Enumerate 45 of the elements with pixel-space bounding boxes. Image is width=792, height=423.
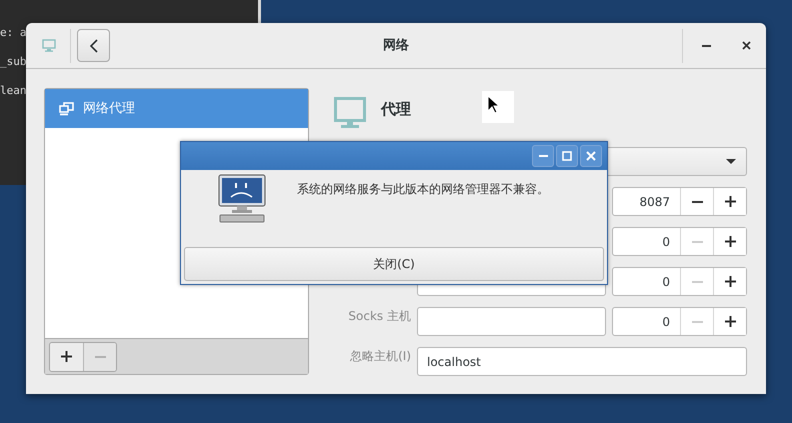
plus-icon <box>61 351 72 362</box>
network-icon <box>59 102 74 116</box>
dropdown-arrow-icon <box>726 159 736 164</box>
add-button[interactable] <box>50 342 83 370</box>
increment-button[interactable] <box>713 228 746 255</box>
minus-icon <box>692 320 702 322</box>
minus-icon <box>94 356 106 358</box>
terminal-text: _sub <box>0 55 27 69</box>
minus-icon <box>692 280 702 282</box>
monitor-icon <box>42 39 56 52</box>
increment-button[interactable] <box>713 188 746 215</box>
error-message: 系统的网络服务与此版本的网络管理器不兼容。 <box>297 181 549 197</box>
minimize-icon <box>702 44 710 46</box>
minus-icon <box>692 240 702 242</box>
back-button[interactable] <box>77 29 110 62</box>
field-label: 忽略主机(I) <box>350 348 411 365</box>
terminal-text: lean <box>0 84 27 98</box>
maximize-button[interactable] <box>556 145 578 167</box>
text-field[interactable]: localhost <box>417 347 747 376</box>
terminal-text: e: a <box>0 26 27 40</box>
close-button[interactable]: 关闭(C) <box>184 247 604 281</box>
spin-box[interactable]: 8087 <box>612 187 747 216</box>
plus-icon <box>724 196 736 207</box>
plus-icon <box>724 316 736 327</box>
plus-icon <box>724 276 736 287</box>
close-icon <box>586 151 596 161</box>
monitor-icon <box>334 97 366 129</box>
maximize-icon <box>562 151 572 161</box>
close-icon <box>742 41 750 50</box>
text-field[interactable] <box>417 307 606 336</box>
field-label: Socks 主机 <box>348 308 411 325</box>
spin-box[interactable]: 0 <box>612 267 747 296</box>
cursor-icon <box>482 91 514 123</box>
increment-button[interactable] <box>713 308 746 335</box>
increment-button[interactable] <box>713 268 746 295</box>
back-icon <box>90 38 98 52</box>
minimize-button[interactable] <box>532 145 554 167</box>
spin-box[interactable]: 0 <box>612 307 747 336</box>
sad-computer-icon <box>218 174 266 223</box>
minus-icon <box>692 200 702 202</box>
section-title: 代理 <box>381 100 411 118</box>
window-title: 网络 <box>383 36 409 55</box>
minimize-icon <box>538 155 548 157</box>
spin-box[interactable]: 0 <box>612 227 747 256</box>
plus-icon <box>724 236 736 247</box>
